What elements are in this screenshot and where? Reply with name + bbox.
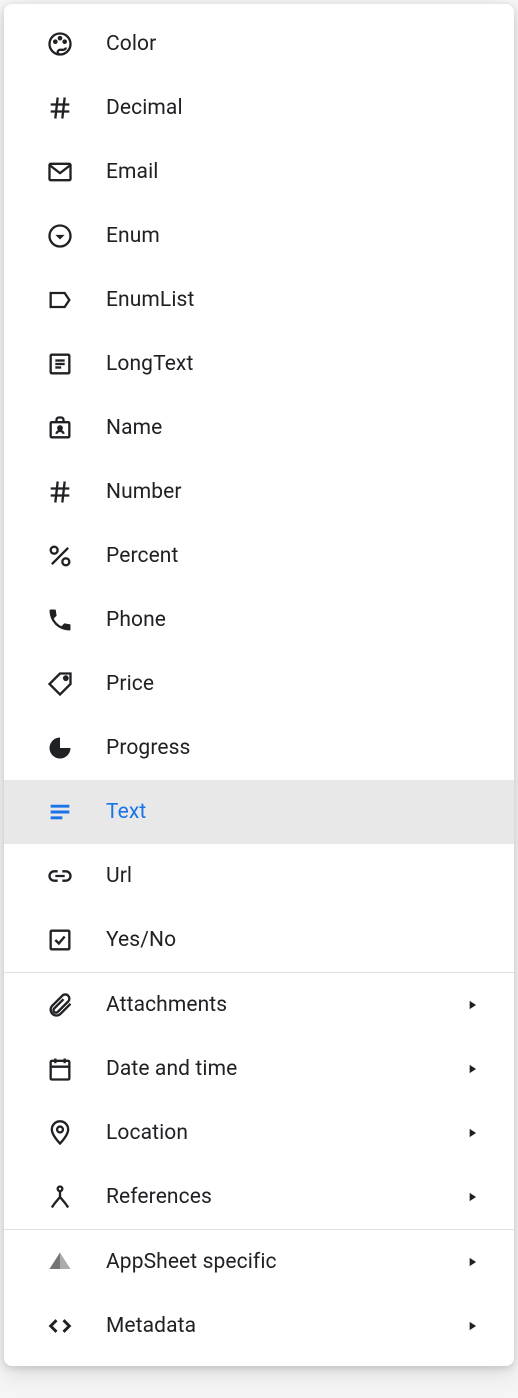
menu-item-text[interactable]: Text bbox=[4, 780, 514, 844]
calendar-icon bbox=[46, 1055, 74, 1083]
menu-item-enum[interactable]: Enum bbox=[4, 204, 514, 268]
badge-icon bbox=[46, 414, 74, 442]
appsheet-icon bbox=[46, 1248, 74, 1276]
tag-icon bbox=[46, 670, 74, 698]
menu-item-label: Url bbox=[106, 864, 494, 888]
chevron-right-icon bbox=[462, 1059, 482, 1079]
menu-item-progress[interactable]: Progress bbox=[4, 716, 514, 780]
menu-item-metadata[interactable]: Metadata bbox=[4, 1294, 514, 1358]
menu-item-label: Yes/No bbox=[106, 928, 494, 952]
menu-item-phone[interactable]: Phone bbox=[4, 588, 514, 652]
longtext-icon bbox=[46, 350, 74, 378]
menu-item-label: Attachments bbox=[106, 993, 462, 1017]
menu-item-label: Text bbox=[106, 800, 494, 824]
menu-item-name[interactable]: Name bbox=[4, 396, 514, 460]
checkbox-icon bbox=[46, 926, 74, 954]
menu-item-appsheet[interactable]: AppSheet specific bbox=[4, 1230, 514, 1294]
menu-item-enumlist[interactable]: EnumList bbox=[4, 268, 514, 332]
menu-item-label: Location bbox=[106, 1121, 462, 1145]
menu-item-label: Progress bbox=[106, 736, 494, 760]
chevron-right-icon bbox=[462, 1187, 482, 1207]
menu-item-datetime[interactable]: Date and time bbox=[4, 1037, 514, 1101]
menu-item-label: Color bbox=[106, 32, 494, 56]
menu-item-color[interactable]: Color bbox=[4, 12, 514, 76]
menu-item-longtext[interactable]: LongText bbox=[4, 332, 514, 396]
menu-item-label: LongText bbox=[106, 352, 494, 376]
menu-item-label: Price bbox=[106, 672, 494, 696]
menu-item-label: AppSheet specific bbox=[106, 1250, 462, 1274]
attachment-icon bbox=[46, 991, 74, 1019]
progress-icon bbox=[46, 734, 74, 762]
menu-item-label: Decimal bbox=[106, 96, 494, 120]
palette-icon bbox=[46, 30, 74, 58]
menu-item-yesno[interactable]: Yes/No bbox=[4, 908, 514, 972]
menu-item-decimal[interactable]: Decimal bbox=[4, 76, 514, 140]
menu-item-label: Name bbox=[106, 416, 494, 440]
menu-item-label: Phone bbox=[106, 608, 494, 632]
location-icon bbox=[46, 1119, 74, 1147]
label-icon bbox=[46, 286, 74, 314]
menu-item-label: Percent bbox=[106, 544, 494, 568]
menu-item-location[interactable]: Location bbox=[4, 1101, 514, 1165]
chevron-right-icon bbox=[462, 1252, 482, 1272]
email-icon bbox=[46, 158, 74, 186]
menu-item-label: References bbox=[106, 1185, 462, 1209]
menu-item-url[interactable]: Url bbox=[4, 844, 514, 908]
enum-icon bbox=[46, 222, 74, 250]
hash-icon bbox=[46, 478, 74, 506]
text-icon bbox=[46, 798, 74, 826]
menu-item-email[interactable]: Email bbox=[4, 140, 514, 204]
phone-icon bbox=[46, 606, 74, 634]
menu-item-label: EnumList bbox=[106, 288, 494, 312]
menu-item-label: Metadata bbox=[106, 1314, 462, 1338]
chevron-right-icon bbox=[462, 995, 482, 1015]
hash-icon bbox=[46, 94, 74, 122]
menu-item-number[interactable]: Number bbox=[4, 460, 514, 524]
menu-item-label: Email bbox=[106, 160, 494, 184]
menu-item-percent[interactable]: Percent bbox=[4, 524, 514, 588]
chevron-right-icon bbox=[462, 1316, 482, 1336]
chevron-right-icon bbox=[462, 1123, 482, 1143]
menu-item-label: Enum bbox=[106, 224, 494, 248]
type-selector-menu: Color Decimal Email Enum EnumList LongText Nam… bbox=[4, 4, 514, 1366]
percent-icon bbox=[46, 542, 74, 570]
code-icon bbox=[46, 1312, 74, 1340]
menu-item-price[interactable]: Price bbox=[4, 652, 514, 716]
menu-item-references[interactable]: References bbox=[4, 1165, 514, 1229]
references-icon bbox=[46, 1183, 74, 1211]
menu-item-label: Number bbox=[106, 480, 494, 504]
menu-item-label: Date and time bbox=[106, 1057, 462, 1081]
link-icon bbox=[46, 862, 74, 890]
menu-item-attachments[interactable]: Attachments bbox=[4, 973, 514, 1037]
